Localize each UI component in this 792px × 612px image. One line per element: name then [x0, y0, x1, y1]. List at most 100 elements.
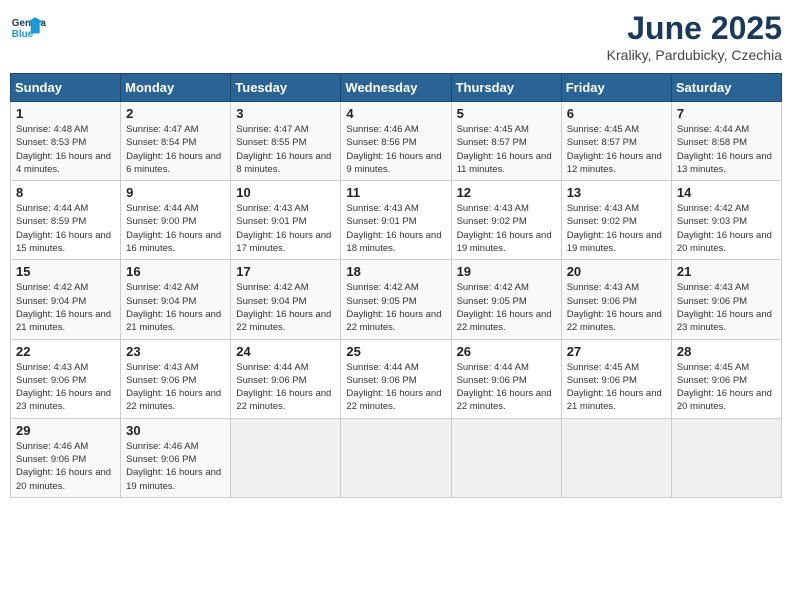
table-row: 16 Sunrise: 4:42 AMSunset: 9:04 PMDayligh…: [121, 260, 231, 339]
header-sunday: Sunday: [11, 74, 121, 102]
day-number: 21: [677, 264, 776, 279]
table-row: 26 Sunrise: 4:44 AMSunset: 9:06 PMDayligh…: [451, 339, 561, 418]
day-number: 29: [16, 423, 115, 438]
table-row: 17Sunrise: 4:42 AMSunset: 9:04 PMDayligh…: [231, 260, 341, 339]
table-row: 4 Sunrise: 4:46 AMSunset: 8:56 PMDaylight…: [341, 102, 451, 181]
day-number: 4: [346, 106, 445, 121]
day-detail: Sunrise: 4:43 AMSunset: 9:06 PMDaylight:…: [677, 281, 776, 334]
logo-icon: General Blue: [10, 10, 46, 46]
day-number: 14: [677, 185, 776, 200]
svg-text:Blue: Blue: [12, 29, 34, 40]
table-row: 22 Sunrise: 4:43 AMSunset: 9:06 PMDayligh…: [11, 339, 121, 418]
location: Kraliky, Pardubicky, Czechia: [607, 47, 782, 63]
calendar-week-row: 8 Sunrise: 4:44 AMSunset: 8:59 PMDaylight…: [11, 181, 782, 260]
day-number: 18: [346, 264, 445, 279]
day-detail: Sunrise: 4:43 AMSunset: 9:02 PMDaylight:…: [567, 202, 666, 255]
day-number: 7: [677, 106, 776, 121]
table-row: 27 Sunrise: 4:45 AMSunset: 9:06 PMDayligh…: [561, 339, 671, 418]
day-detail: Sunrise: 4:44 AMSunset: 9:06 PMDaylight:…: [236, 361, 335, 414]
day-detail: Sunrise: 4:43 AMSunset: 9:06 PMDaylight:…: [16, 361, 115, 414]
table-row: 8 Sunrise: 4:44 AMSunset: 8:59 PMDaylight…: [11, 181, 121, 260]
month-title: June 2025: [607, 10, 782, 47]
day-detail: Sunrise: 4:46 AMSunset: 9:06 PMDaylight:…: [16, 440, 115, 493]
day-detail: Sunrise: 4:42 AMSunset: 9:04 PMDaylight:…: [126, 281, 225, 334]
page-header: General Blue June 2025 Kraliky, Pardubic…: [10, 10, 782, 63]
table-row: 23 Sunrise: 4:43 AMSunset: 9:06 PMDayligh…: [121, 339, 231, 418]
table-row: 3 Sunrise: 4:47 AMSunset: 8:55 PMDaylight…: [231, 102, 341, 181]
table-row: 19 Sunrise: 4:42 AMSunset: 9:05 PMDayligh…: [451, 260, 561, 339]
table-row: 13Sunrise: 4:43 AMSunset: 9:02 PMDayligh…: [561, 181, 671, 260]
day-detail: Sunrise: 4:48 AMSunset: 8:53 PMDaylight:…: [16, 123, 115, 176]
table-row: 15Sunrise: 4:42 AMSunset: 9:04 PMDayligh…: [11, 260, 121, 339]
table-row: 1 Sunrise: 4:48 AMSunset: 8:53 PMDaylight…: [11, 102, 121, 181]
header-wednesday: Wednesday: [341, 74, 451, 102]
day-number: 2: [126, 106, 225, 121]
day-number: 20: [567, 264, 666, 279]
day-detail: Sunrise: 4:42 AMSunset: 9:05 PMDaylight:…: [346, 281, 445, 334]
day-number: 3: [236, 106, 335, 121]
table-row: 2 Sunrise: 4:47 AMSunset: 8:54 PMDaylight…: [121, 102, 231, 181]
day-number: 1: [16, 106, 115, 121]
day-detail: Sunrise: 4:43 AMSunset: 9:06 PMDaylight:…: [126, 361, 225, 414]
day-number: 5: [457, 106, 556, 121]
table-row: 5 Sunrise: 4:45 AMSunset: 8:57 PMDaylight…: [451, 102, 561, 181]
table-row: [671, 418, 781, 497]
table-row: 12Sunrise: 4:43 AMSunset: 9:02 PMDayligh…: [451, 181, 561, 260]
calendar-week-row: 1 Sunrise: 4:48 AMSunset: 8:53 PMDaylight…: [11, 102, 782, 181]
day-number: 25: [346, 344, 445, 359]
day-detail: Sunrise: 4:44 AMSunset: 9:06 PMDaylight:…: [346, 361, 445, 414]
day-detail: Sunrise: 4:44 AMSunset: 9:06 PMDaylight:…: [457, 361, 556, 414]
table-row: 7Sunrise: 4:44 AMSunset: 8:58 PMDaylight…: [671, 102, 781, 181]
header-thursday: Thursday: [451, 74, 561, 102]
day-number: 26: [457, 344, 556, 359]
table-row: 9Sunrise: 4:44 AMSunset: 9:00 PMDaylight…: [121, 181, 231, 260]
day-detail: Sunrise: 4:43 AMSunset: 9:01 PMDaylight:…: [346, 202, 445, 255]
day-detail: Sunrise: 4:47 AMSunset: 8:54 PMDaylight:…: [126, 123, 225, 176]
header-monday: Monday: [121, 74, 231, 102]
day-number: 22: [16, 344, 115, 359]
day-detail: Sunrise: 4:45 AMSunset: 9:06 PMDaylight:…: [567, 361, 666, 414]
day-number: 24: [236, 344, 335, 359]
table-row: 20 Sunrise: 4:43 AMSunset: 9:06 PMDayligh…: [561, 260, 671, 339]
day-number: 30: [126, 423, 225, 438]
day-number: 12: [457, 185, 556, 200]
day-detail: Sunrise: 4:42 AMSunset: 9:04 PMDaylight:…: [236, 281, 335, 334]
table-row: 10 Sunrise: 4:43 AMSunset: 9:01 PMDayligh…: [231, 181, 341, 260]
table-row: 24 Sunrise: 4:44 AMSunset: 9:06 PMDayligh…: [231, 339, 341, 418]
table-row: 6 Sunrise: 4:45 AMSunset: 8:57 PMDaylight…: [561, 102, 671, 181]
day-detail: Sunrise: 4:45 AMSunset: 8:57 PMDaylight:…: [567, 123, 666, 176]
day-detail: Sunrise: 4:46 AMSunset: 9:06 PMDaylight:…: [126, 440, 225, 493]
day-number: 27: [567, 344, 666, 359]
day-detail: Sunrise: 4:44 AMSunset: 8:59 PMDaylight:…: [16, 202, 115, 255]
table-row: 11Sunrise: 4:43 AMSunset: 9:01 PMDayligh…: [341, 181, 451, 260]
table-row: [561, 418, 671, 497]
table-row: 18 Sunrise: 4:42 AMSunset: 9:05 PMDayligh…: [341, 260, 451, 339]
day-detail: Sunrise: 4:45 AMSunset: 8:57 PMDaylight:…: [457, 123, 556, 176]
day-number: 6: [567, 106, 666, 121]
day-number: 19: [457, 264, 556, 279]
table-row: 14Sunrise: 4:42 AMSunset: 9:03 PMDayligh…: [671, 181, 781, 260]
day-detail: Sunrise: 4:42 AMSunset: 9:04 PMDaylight:…: [16, 281, 115, 334]
day-number: 16: [126, 264, 225, 279]
logo: General Blue: [10, 10, 46, 46]
table-row: 21 Sunrise: 4:43 AMSunset: 9:06 PMDayligh…: [671, 260, 781, 339]
calendar-week-row: 22 Sunrise: 4:43 AMSunset: 9:06 PMDayligh…: [11, 339, 782, 418]
day-detail: Sunrise: 4:43 AMSunset: 9:01 PMDaylight:…: [236, 202, 335, 255]
calendar-week-row: 29 Sunrise: 4:46 AMSunset: 9:06 PMDayligh…: [11, 418, 782, 497]
day-detail: Sunrise: 4:46 AMSunset: 8:56 PMDaylight:…: [346, 123, 445, 176]
day-number: 9: [126, 185, 225, 200]
svg-text:General: General: [12, 18, 46, 29]
day-number: 8: [16, 185, 115, 200]
calendar-week-row: 15Sunrise: 4:42 AMSunset: 9:04 PMDayligh…: [11, 260, 782, 339]
table-row: 25 Sunrise: 4:44 AMSunset: 9:06 PMDayligh…: [341, 339, 451, 418]
title-area: June 2025 Kraliky, Pardubicky, Czechia: [607, 10, 782, 63]
day-detail: Sunrise: 4:47 AMSunset: 8:55 PMDaylight:…: [236, 123, 335, 176]
table-row: 28Sunrise: 4:45 AMSunset: 9:06 PMDayligh…: [671, 339, 781, 418]
day-number: 23: [126, 344, 225, 359]
table-row: [341, 418, 451, 497]
header-tuesday: Tuesday: [231, 74, 341, 102]
day-detail: Sunrise: 4:42 AMSunset: 9:05 PMDaylight:…: [457, 281, 556, 334]
day-detail: Sunrise: 4:43 AMSunset: 9:06 PMDaylight:…: [567, 281, 666, 334]
table-row: [231, 418, 341, 497]
day-number: 10: [236, 185, 335, 200]
